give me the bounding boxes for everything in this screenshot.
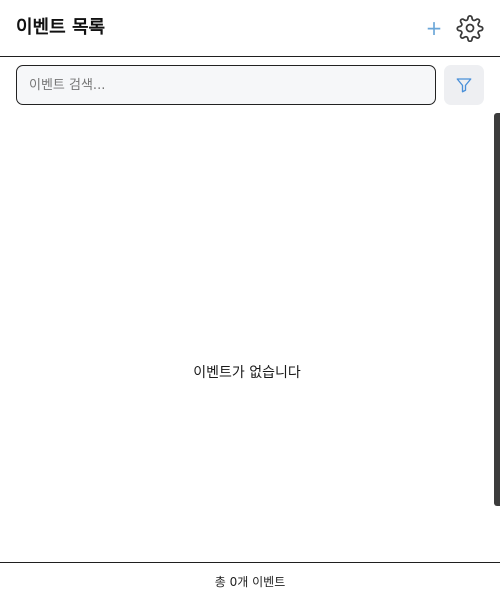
filter-button[interactable] [444, 65, 484, 105]
search-row [0, 57, 500, 113]
header: 이벤트 목록 + [0, 0, 500, 57]
footer: 총 0개 이벤트 [0, 562, 500, 600]
plus-icon: + [425, 16, 443, 40]
event-count: 총 0개 이벤트 [214, 575, 286, 589]
empty-state-message: 이벤트가 없습니다 [193, 365, 301, 381]
filter-icon [456, 78, 472, 93]
settings-button[interactable] [456, 14, 484, 43]
gear-icon [456, 15, 484, 43]
search-input[interactable] [16, 65, 436, 105]
add-event-button[interactable]: + [424, 16, 444, 40]
event-list-area: 이벤트가 없습니다 [0, 113, 500, 562]
scrollbar-thumb[interactable] [494, 113, 500, 506]
page-title: 이벤트 목록 [16, 17, 106, 38]
